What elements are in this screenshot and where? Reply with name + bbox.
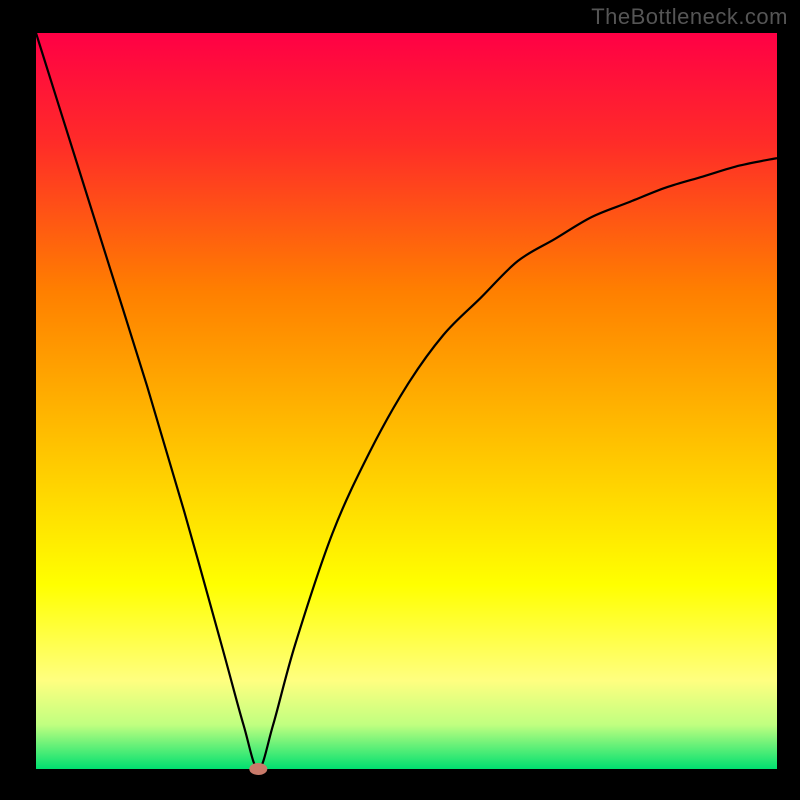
- chart-canvas: [0, 0, 800, 800]
- watermark-text: TheBottleneck.com: [591, 4, 788, 30]
- min-marker: [249, 763, 267, 775]
- plot-background: [36, 33, 777, 769]
- chart-frame: TheBottleneck.com: [0, 0, 800, 800]
